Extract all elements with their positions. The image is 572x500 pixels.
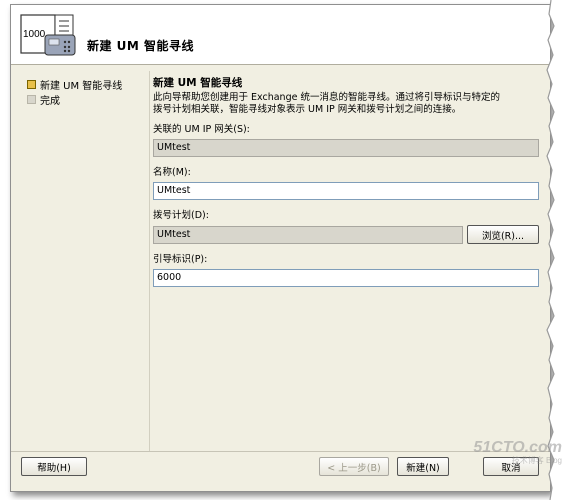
wizard-dialog: 1000 新建 UM 智能寻线 新建 UM 智能寻线 完成 新建 UM 智能寻线… bbox=[10, 4, 551, 492]
dial-plan-field: UMtest bbox=[153, 225, 463, 244]
step-label: 完成 bbox=[40, 96, 60, 107]
pilot-identifier-input[interactable]: 6000 bbox=[153, 269, 539, 287]
ip-gateway-field: UMtest bbox=[153, 139, 539, 157]
vertical-divider bbox=[149, 71, 150, 451]
dial-plan-row: UMtest 浏览(R)... bbox=[153, 225, 539, 244]
description: 此向导帮助您创建用于 Exchange 统一消息的智能寻线。通过将引导标识与特定… bbox=[153, 92, 539, 116]
dial-plan-label: 拨号计划(D): bbox=[153, 210, 209, 221]
wizard-header: 1000 新建 UM 智能寻线 bbox=[11, 5, 550, 65]
ip-gateway-label: 关联的 UM IP 网关(S): bbox=[153, 124, 250, 135]
section-title: 新建 UM 智能寻线 bbox=[153, 77, 243, 89]
wizard-page: 新建 UM 智能寻线 此向导帮助您创建用于 Exchange 统一消息的智能寻线… bbox=[153, 77, 539, 287]
watermark-sub: 技术博客 Blog bbox=[511, 456, 562, 465]
active-step-icon bbox=[27, 80, 36, 89]
step-complete[interactable]: 完成 bbox=[27, 92, 149, 107]
phone-directory-icon: 1000 bbox=[20, 14, 76, 56]
name-label: 名称(M): bbox=[153, 167, 191, 178]
icon-number: 1000 bbox=[23, 29, 46, 40]
new-button[interactable]: 新建(N) bbox=[397, 457, 449, 476]
watermark-main: 51CTO.com bbox=[473, 439, 562, 456]
step-new-um-hunt-group[interactable]: 新建 UM 智能寻线 bbox=[27, 77, 149, 92]
inactive-step-icon bbox=[27, 95, 36, 104]
wizard-title: 新建 UM 智能寻线 bbox=[87, 39, 195, 53]
name-input[interactable]: UMtest bbox=[153, 182, 539, 200]
description-line: 拨号计划相关联，智能寻线对象表示 UM IP 网关和拨号计划之间的连接。 bbox=[153, 104, 462, 115]
pilot-identifier-label: 引导标识(P): bbox=[153, 254, 208, 265]
torn-edge bbox=[546, 0, 572, 500]
description-line: 此向导帮助您创建用于 Exchange 统一消息的智能寻线。通过将引导标识与特定… bbox=[153, 92, 500, 103]
step-label: 新建 UM 智能寻线 bbox=[40, 81, 123, 92]
browse-button[interactable]: 浏览(R)... bbox=[467, 225, 539, 244]
watermark: 51CTO.com 技术博客 Blog bbox=[452, 440, 562, 466]
wizard-steps: 新建 UM 智能寻线 完成 bbox=[27, 77, 149, 107]
help-button[interactable]: 帮助(H) bbox=[21, 457, 87, 476]
back-button[interactable]: < 上一步(B) bbox=[319, 457, 389, 476]
